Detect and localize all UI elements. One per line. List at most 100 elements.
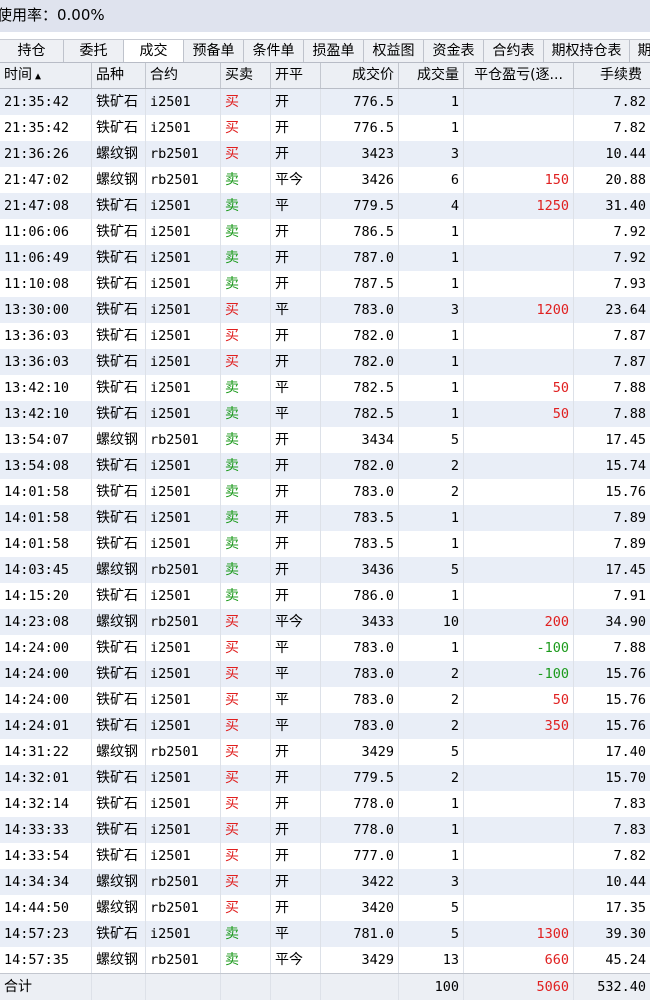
tab-0[interactable]: 持仓 bbox=[0, 40, 64, 62]
tab-10[interactable]: 期 bbox=[630, 40, 650, 62]
table-row[interactable]: 14:24:00 铁矿石 i2501 买平 783.0 1 -100 7.88 bbox=[0, 635, 650, 661]
table-row[interactable]: 14:24:00 铁矿石 i2501 买平 783.0 2 -100 15.76 bbox=[0, 661, 650, 687]
cell-volume: 5 bbox=[399, 557, 464, 583]
cell-price: 779.5 bbox=[321, 765, 399, 791]
cell-open-close: 平 bbox=[271, 193, 321, 219]
cell-price: 783.0 bbox=[321, 713, 399, 739]
column-header-product[interactable]: 品种 bbox=[92, 63, 146, 88]
cell-close-pnl: 1200 bbox=[464, 297, 574, 323]
table-row[interactable]: 14:01:58 铁矿石 i2501 卖开 783.0 2 15.76 bbox=[0, 479, 650, 505]
table-row[interactable]: 14:57:35 螺纹钢 rb2501 卖平今 3429 13 660 45.24 bbox=[0, 947, 650, 973]
cell-time: 14:57:23 bbox=[0, 921, 92, 947]
cell-product: 铁矿石 bbox=[92, 375, 146, 401]
table-row[interactable]: 21:35:42 铁矿石 i2501 买开 776.5 1 7.82 bbox=[0, 115, 650, 141]
table-row[interactable]: 14:33:54 铁矿石 i2501 买开 777.0 1 7.82 bbox=[0, 843, 650, 869]
table-row[interactable]: 13:54:08 铁矿石 i2501 卖开 782.0 2 15.74 bbox=[0, 453, 650, 479]
cell-open-close: 开 bbox=[271, 89, 321, 115]
tab-1[interactable]: 委托 bbox=[64, 40, 124, 62]
table-row[interactable]: 13:54:07 螺纹钢 rb2501 卖开 3434 5 17.45 bbox=[0, 427, 650, 453]
column-header-price[interactable]: 成交价 bbox=[321, 63, 399, 88]
column-header-fee[interactable]: 手续费 bbox=[574, 63, 650, 88]
table-row[interactable]: 21:36:26 螺纹钢 rb2501 买开 3423 3 10.44 bbox=[0, 141, 650, 167]
table-row[interactable]: 14:15:20 铁矿石 i2501 卖开 786.0 1 7.91 bbox=[0, 583, 650, 609]
cell-price: 783.5 bbox=[321, 505, 399, 531]
tab-8[interactable]: 合约表 bbox=[484, 40, 544, 62]
column-header-volume[interactable]: 成交量 bbox=[399, 63, 464, 88]
table-row[interactable]: 14:44:50 螺纹钢 rb2501 买开 3420 5 17.35 bbox=[0, 895, 650, 921]
column-header-side[interactable]: 买卖 bbox=[221, 63, 271, 88]
column-header-open-close[interactable]: 开平 bbox=[271, 63, 321, 88]
cell-side: 卖 bbox=[221, 583, 271, 609]
table-row[interactable]: 13:36:03 铁矿石 i2501 买开 782.0 1 7.87 bbox=[0, 323, 650, 349]
table-row[interactable]: 14:32:01 铁矿石 i2501 买开 779.5 2 15.70 bbox=[0, 765, 650, 791]
table-row[interactable]: 14:23:08 螺纹钢 rb2501 买平今 3433 10 200 34.90 bbox=[0, 609, 650, 635]
column-header-close-pnl[interactable]: 平仓盈亏(逐... bbox=[464, 63, 574, 88]
cell-price: 3429 bbox=[321, 947, 399, 973]
table-row[interactable]: 14:34:34 螺纹钢 rb2501 买开 3422 3 10.44 bbox=[0, 869, 650, 895]
table-row[interactable]: 13:42:10 铁矿石 i2501 卖平 782.5 1 50 7.88 bbox=[0, 401, 650, 427]
cell-volume: 1 bbox=[399, 89, 464, 115]
cell-time: 21:47:02 bbox=[0, 167, 92, 193]
table-row[interactable]: 11:10:08 铁矿石 i2501 卖开 787.5 1 7.93 bbox=[0, 271, 650, 297]
cell-contract: i2501 bbox=[146, 765, 221, 791]
cell-open-close: 开 bbox=[271, 349, 321, 375]
cell-volume: 1 bbox=[399, 271, 464, 297]
cell-contract: rb2501 bbox=[146, 167, 221, 193]
cell-contract: i2501 bbox=[146, 661, 221, 687]
cell-open-close: 开 bbox=[271, 869, 321, 895]
cell-fee: 15.76 bbox=[605, 692, 646, 708]
table-row[interactable]: 14:01:58 铁矿石 i2501 卖开 783.5 1 7.89 bbox=[0, 505, 650, 531]
column-header-contract[interactable]: 合约 bbox=[146, 63, 221, 88]
cell-side: 买 bbox=[221, 791, 271, 817]
cell-price: 3420 bbox=[321, 895, 399, 921]
cell-close-pnl: 50 bbox=[464, 375, 574, 401]
table-row[interactable]: 14:31:22 螺纹钢 rb2501 买开 3429 5 17.40 bbox=[0, 739, 650, 765]
table-row[interactable]: 14:33:33 铁矿石 i2501 买开 778.0 1 7.83 bbox=[0, 817, 650, 843]
cell-side: 买 bbox=[221, 895, 271, 921]
cell-time: 14:15:20 bbox=[0, 583, 92, 609]
tab-6[interactable]: 权益图 bbox=[364, 40, 424, 62]
cell-product: 铁矿石 bbox=[92, 323, 146, 349]
tab-7[interactable]: 资金表 bbox=[424, 40, 484, 62]
cell-contract: rb2501 bbox=[146, 869, 221, 895]
table-row[interactable]: 21:35:42 铁矿石 i2501 买开 776.5 1 7.82 bbox=[0, 89, 650, 115]
table-row[interactable]: 14:24:01 铁矿石 i2501 买平 783.0 2 350 15.76 bbox=[0, 713, 650, 739]
cell-time: 13:42:10 bbox=[0, 401, 92, 427]
column-header-label: 开平 bbox=[275, 67, 303, 83]
tab-9[interactable]: 期权持仓表 bbox=[544, 40, 630, 62]
cell-contract: i2501 bbox=[146, 817, 221, 843]
table-row[interactable]: 14:24:00 铁矿石 i2501 买平 783.0 2 50 15.76 bbox=[0, 687, 650, 713]
table-row[interactable]: 14:57:23 铁矿石 i2501 卖平 781.0 5 1300 39.30 bbox=[0, 921, 650, 947]
cell-contract: i2501 bbox=[146, 323, 221, 349]
cell-time: 14:01:58 bbox=[0, 505, 92, 531]
cell-side: 卖 bbox=[221, 479, 271, 505]
table-row[interactable]: 14:32:14 铁矿石 i2501 买开 778.0 1 7.83 bbox=[0, 791, 650, 817]
sort-ascending-icon[interactable]: ▲ bbox=[35, 71, 41, 82]
table-row[interactable]: 14:01:58 铁矿石 i2501 卖开 783.5 1 7.89 bbox=[0, 531, 650, 557]
tab-4[interactable]: 条件单 bbox=[244, 40, 304, 62]
table-row[interactable]: 14:03:45 螺纹钢 rb2501 卖开 3436 5 17.45 bbox=[0, 557, 650, 583]
cell-fee: 17.35 bbox=[605, 900, 646, 916]
cell-fee: 39.30 bbox=[605, 926, 646, 942]
table-row[interactable]: 13:36:03 铁矿石 i2501 买开 782.0 1 7.87 bbox=[0, 349, 650, 375]
table-row[interactable]: 13:42:10 铁矿石 i2501 卖平 782.5 1 50 7.88 bbox=[0, 375, 650, 401]
cell-product: 铁矿石 bbox=[92, 661, 146, 687]
column-header-time[interactable]: 时间 ▲ bbox=[0, 63, 92, 88]
cell-volume: 1 bbox=[399, 219, 464, 245]
table-row[interactable]: 11:06:06 铁矿石 i2501 卖开 786.5 1 7.92 bbox=[0, 219, 650, 245]
cell-fee: 7.87 bbox=[613, 354, 646, 370]
cell-price: 3423 bbox=[321, 141, 399, 167]
cell-volume: 2 bbox=[399, 661, 464, 687]
table-row[interactable]: 13:30:00 铁矿石 i2501 买平 783.0 3 1200 23.64 bbox=[0, 297, 650, 323]
tab-5[interactable]: 损盈单 bbox=[304, 40, 364, 62]
table-row[interactable]: 21:47:08 铁矿石 i2501 卖平 779.5 4 1250 31.40 bbox=[0, 193, 650, 219]
cell-close-pnl bbox=[464, 349, 574, 375]
cell-product: 铁矿石 bbox=[92, 817, 146, 843]
tab-3[interactable]: 预备单 bbox=[184, 40, 244, 62]
cell-side: 卖 bbox=[221, 375, 271, 401]
table-row[interactable]: 21:47:02 螺纹钢 rb2501 卖平今 3426 6 150 20.88 bbox=[0, 167, 650, 193]
cell-fee: 15.76 bbox=[605, 484, 646, 500]
cell-fee: 17.45 bbox=[605, 562, 646, 578]
tab-2[interactable]: 成交 bbox=[124, 40, 184, 62]
table-row[interactable]: 11:06:49 铁矿石 i2501 卖开 787.0 1 7.92 bbox=[0, 245, 650, 271]
